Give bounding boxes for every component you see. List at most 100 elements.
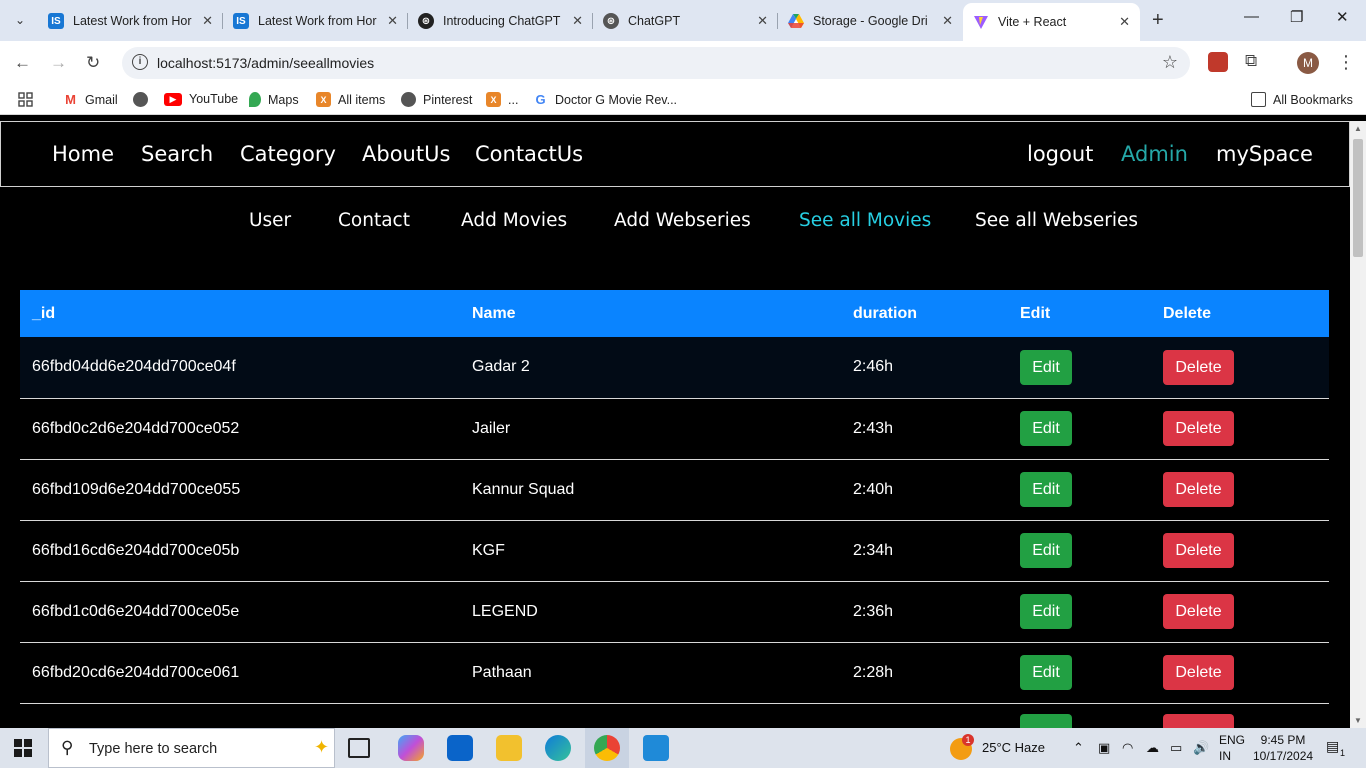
browser-tab[interactable]: ⊛ Introducing ChatGPT ✕ — [408, 5, 593, 37]
edit-button[interactable]: Edit — [1020, 533, 1072, 568]
delete-button[interactable] — [1163, 713, 1234, 728]
bookmark-youtube[interactable]: ▶ YouTube — [164, 92, 238, 106]
subnav-see-all-webseries[interactable]: See all Webseries — [975, 210, 1138, 231]
web-page: Home Search Category AboutUs ContactUs l… — [0, 121, 1350, 728]
browser-tab[interactable]: ⊛ ChatGPT ✕ — [593, 5, 778, 37]
cell-id: 66fbd109d6e204dd700ce055 — [20, 459, 460, 521]
scrollbar-thumb[interactable] — [1353, 139, 1363, 257]
delete-button[interactable]: Delete — [1163, 472, 1234, 507]
bookmark-pinterest[interactable]: Pinterest — [401, 92, 472, 107]
bookmark-xampp[interactable]: X ... — [486, 92, 518, 107]
xampp-icon: X — [316, 92, 331, 107]
forward-icon[interactable]: → — [50, 53, 67, 73]
mail-icon[interactable] — [447, 735, 473, 761]
battery-icon[interactable]: ▭ — [1170, 740, 1182, 756]
chrome-icon[interactable] — [594, 735, 620, 761]
bookmark-gmail[interactable]: M Gmail — [63, 92, 118, 107]
cell-name: Jailer — [460, 398, 841, 460]
subnav-see-all-movies[interactable]: See all Movies — [799, 210, 931, 231]
apps-grid-icon[interactable] — [18, 92, 33, 107]
delete-button[interactable]: Delete — [1163, 594, 1234, 629]
file-explorer-icon[interactable] — [496, 735, 522, 761]
nav-contactus[interactable]: ContactUs — [475, 142, 583, 166]
edge-icon[interactable] — [545, 735, 571, 761]
scroll-down-icon[interactable]: ▼ — [1354, 716, 1362, 725]
delete-button[interactable]: Delete — [1163, 655, 1234, 690]
subnav-add-movies[interactable]: Add Movies — [461, 210, 567, 231]
is-icon: IS — [48, 13, 64, 29]
delete-button[interactable]: Delete — [1163, 533, 1234, 568]
cell-duration: 2:40h — [841, 459, 1008, 521]
scroll-up-icon[interactable]: ▲ — [1354, 124, 1362, 133]
nav-aboutus[interactable]: AboutUs — [362, 142, 450, 166]
close-tab-icon[interactable]: ✕ — [757, 13, 768, 29]
close-tab-icon[interactable]: ✕ — [1119, 14, 1130, 30]
profile-avatar[interactable]: M — [1297, 52, 1319, 74]
copilot-icon[interactable] — [398, 735, 424, 761]
extension-icon[interactable] — [1208, 52, 1228, 72]
browser-tab[interactable]: IS Latest Work from Hor ✕ — [38, 5, 223, 37]
close-tab-icon[interactable]: ✕ — [202, 13, 213, 29]
vscode-icon[interactable] — [643, 735, 669, 761]
volume-icon[interactable]: 🔊 — [1193, 740, 1209, 756]
folder-icon — [1251, 92, 1266, 107]
minimize-icon[interactable]: — — [1244, 8, 1259, 25]
subnav-user[interactable]: User — [249, 210, 291, 231]
subnav-contact[interactable]: Contact — [338, 210, 410, 231]
language-indicator[interactable]: ENG IN — [1219, 732, 1245, 764]
page-scrollbar[interactable]: ▲ ▼ — [1350, 121, 1366, 728]
edit-button[interactable]: Edit — [1020, 655, 1072, 690]
close-tab-icon[interactable]: ✕ — [942, 13, 953, 29]
onedrive-icon[interactable]: ☁ — [1146, 740, 1159, 756]
system-clock[interactable]: 9:45 PM 10/17/2024 — [1253, 732, 1313, 764]
delete-button[interactable]: Delete — [1163, 349, 1234, 385]
reload-icon[interactable]: ↻ — [86, 53, 100, 73]
subnav-add-webseries[interactable]: Add Webseries — [614, 210, 751, 231]
nav-admin[interactable]: Admin — [1121, 142, 1188, 166]
nav-myspace[interactable]: mySpace — [1216, 142, 1313, 166]
edit-button[interactable] — [1020, 713, 1072, 728]
bookmark-globe[interactable] — [133, 92, 155, 107]
meet-now-icon[interactable]: ▣ — [1098, 740, 1110, 756]
browser-menu-icon[interactable]: ⋮ — [1337, 52, 1355, 73]
all-bookmarks[interactable]: All Bookmarks — [1251, 92, 1353, 107]
show-hidden-icons[interactable]: ⌃ — [1073, 740, 1084, 756]
taskbar-search-box[interactable]: ⚲ Type here to search ✦ — [48, 728, 335, 768]
edit-button[interactable]: Edit — [1020, 411, 1072, 446]
notifications-icon[interactable]: ▤ — [1326, 738, 1339, 755]
restore-icon[interactable]: ❐ — [1290, 8, 1303, 26]
browser-tab-active[interactable]: Vite + React ✕ — [963, 3, 1140, 41]
windows-start-icon[interactable] — [14, 739, 32, 757]
table-row — [20, 703, 1329, 728]
browser-tab[interactable]: IS Latest Work from Hor ✕ — [223, 5, 408, 37]
back-icon[interactable]: ← — [14, 53, 31, 73]
close-tab-icon[interactable]: ✕ — [572, 13, 583, 29]
bookmark-doctor-g[interactable]: G Doctor G Movie Rev... — [533, 92, 677, 107]
globe-icon — [133, 92, 148, 107]
nav-logout[interactable]: logout — [1027, 142, 1093, 166]
bookmark-star-icon[interactable]: ☆ — [1162, 52, 1178, 73]
table-row: 66fbd1c0d6e204dd700ce05e LEGEND 2:36h Ed… — [20, 581, 1329, 643]
edit-button[interactable]: Edit — [1020, 594, 1072, 629]
nav-category[interactable]: Category — [240, 142, 336, 166]
maps-pin-icon — [249, 92, 261, 107]
url-bar[interactable]: i localhost:5173/admin/seeallmovies ☆ — [122, 47, 1190, 79]
wifi-icon[interactable]: ◠ — [1122, 740, 1133, 756]
bookmark-maps[interactable]: Maps — [249, 92, 299, 107]
new-tab-icon[interactable]: + — [1152, 9, 1164, 32]
browser-tab[interactable]: Storage - Google Dri ✕ — [778, 5, 963, 37]
extensions-puzzle-icon[interactable]: ⧉ — [1245, 51, 1257, 71]
close-window-icon[interactable]: ✕ — [1336, 8, 1349, 26]
delete-button[interactable]: Delete — [1163, 411, 1234, 446]
task-view-icon[interactable] — [348, 738, 370, 758]
nav-search[interactable]: Search — [141, 142, 213, 166]
site-info-icon[interactable]: i — [132, 54, 148, 70]
nav-home[interactable]: Home — [52, 142, 114, 166]
close-tab-icon[interactable]: ✕ — [387, 13, 398, 29]
url-text[interactable]: localhost:5173/admin/seeallmovies — [157, 55, 374, 71]
edit-button[interactable]: Edit — [1020, 472, 1072, 507]
edit-button[interactable]: Edit — [1020, 349, 1072, 385]
tab-search-chevron-icon[interactable]: ⌄ — [7, 8, 33, 32]
weather-text[interactable]: 25°C Haze — [982, 740, 1045, 755]
bookmark-all-items[interactable]: X All items — [316, 92, 385, 107]
